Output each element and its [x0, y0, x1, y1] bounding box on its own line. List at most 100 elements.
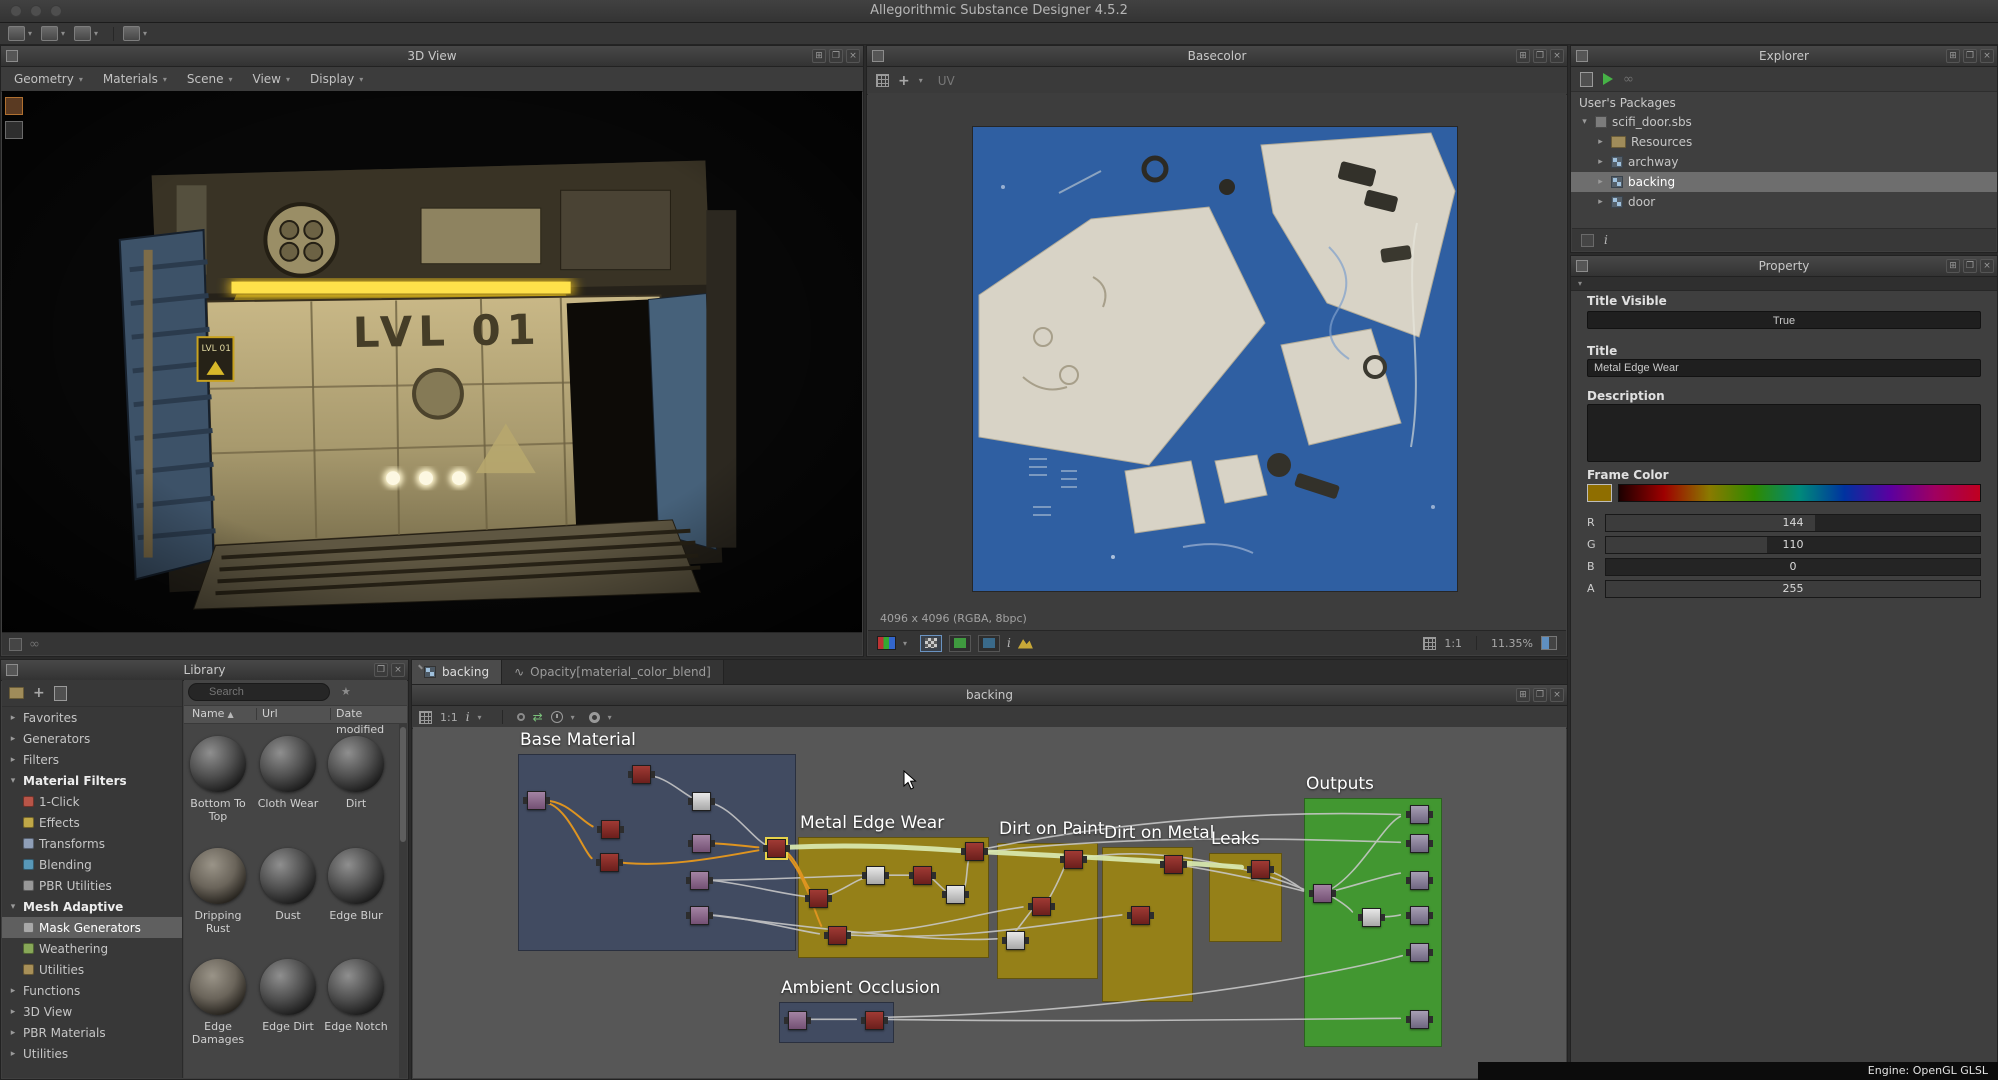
- graph-node[interactable]: [946, 885, 965, 904]
- dock-small-icon[interactable]: [9, 638, 22, 651]
- sidebar-item-favorites[interactable]: ▸Favorites: [2, 707, 182, 728]
- graph-node[interactable]: [690, 871, 709, 890]
- section-collapse-bar[interactable]: ▾: [1571, 277, 1997, 291]
- column-date-modified[interactable]: Date modified: [336, 706, 407, 738]
- close-window-button[interactable]: [10, 5, 22, 17]
- edit-document-icon[interactable]: [54, 686, 67, 701]
- expand-arrow-icon[interactable]: ▸: [8, 734, 18, 744]
- minimize-window-button[interactable]: [30, 5, 42, 17]
- chevron-down-icon[interactable]: ▾: [571, 713, 575, 722]
- graph-node[interactable]: [601, 820, 620, 839]
- tree-item-archway[interactable]: ▸ archway: [1571, 152, 1997, 172]
- chevron-down-icon[interactable]: ▾: [478, 713, 482, 722]
- basecolor-canvas[interactable]: 4096 x 4096 (RGBA, 8bpc): [868, 93, 1566, 631]
- panel-explorer-header[interactable]: Explorer ⊞ ❐ ×: [1571, 46, 1997, 67]
- graph-header[interactable]: backing ⊞ ❐ ×: [412, 685, 1567, 706]
- graph-node[interactable]: [690, 906, 709, 925]
- graph-node[interactable]: [1313, 884, 1332, 903]
- sidebar-item-mask-generators[interactable]: Mask Generators: [2, 917, 182, 938]
- close-icon[interactable]: ×: [846, 49, 860, 63]
- sidebar-item-pbr-materials[interactable]: ▸PBR Materials: [2, 1022, 182, 1043]
- dock-icon[interactable]: ⊞: [1946, 49, 1960, 63]
- description-textarea[interactable]: [1587, 404, 1981, 462]
- new-document-icon[interactable]: [1580, 72, 1593, 87]
- chevron-down-icon[interactable]: ▾: [608, 713, 612, 722]
- menu-scene[interactable]: Scene▾: [180, 72, 246, 86]
- library-item[interactable]: Edge Damages: [185, 959, 251, 1046]
- collapse-arrow-icon[interactable]: ▾: [8, 776, 18, 786]
- graph-node-selected[interactable]: [767, 839, 786, 858]
- tiling-icon[interactable]: [876, 74, 889, 87]
- title-visible-toggle-button[interactable]: True: [1587, 311, 1981, 329]
- expand-arrow-icon[interactable]: ▸: [1595, 197, 1606, 207]
- float-icon[interactable]: ❐: [829, 49, 843, 63]
- graph-output-node[interactable]: [1410, 805, 1429, 824]
- sidebar-item-1-click[interactable]: 1-Click: [2, 791, 182, 812]
- menu-geometry[interactable]: Geometry▾: [7, 72, 96, 86]
- column-separator[interactable]: [330, 708, 331, 720]
- layout-icon[interactable]: [1541, 636, 1557, 650]
- sidebar-item-utilities-2[interactable]: ▸Utilities: [2, 1043, 182, 1064]
- graph-canvas[interactable]: Base Material Metal Edge Wear Dirt on Pa…: [413, 727, 1566, 1078]
- expand-arrow-icon[interactable]: ▸: [8, 1049, 18, 1059]
- chevron-down-icon[interactable]: ▾: [903, 639, 907, 648]
- histogram-icon[interactable]: [1018, 638, 1033, 649]
- channel-slider-g[interactable]: G 110: [1587, 536, 1981, 554]
- graph-output-node[interactable]: [1410, 943, 1429, 962]
- title-input[interactable]: [1587, 359, 1981, 377]
- tree-item-resources[interactable]: ▸ Resources: [1571, 132, 1997, 152]
- uv-toggle[interactable]: UV: [938, 74, 955, 88]
- zoom-window-button[interactable]: [50, 5, 62, 17]
- chevron-down-icon[interactable]: ▾: [28, 29, 32, 38]
- expand-arrow-icon[interactable]: ▾: [1579, 117, 1590, 127]
- close-icon[interactable]: ×: [1550, 688, 1564, 702]
- chevron-down-icon[interactable]: ▾: [94, 29, 98, 38]
- channel-slider-r[interactable]: R 144: [1587, 514, 1981, 532]
- menu-materials[interactable]: Materials▾: [96, 72, 180, 86]
- float-icon[interactable]: ❐: [1963, 259, 1977, 273]
- graph-node[interactable]: [866, 866, 885, 885]
- new-package-icon[interactable]: [8, 26, 25, 41]
- sidebar-item-mesh-adaptive[interactable]: ▾Mesh Adaptive: [2, 896, 182, 917]
- viewport-tool-icon[interactable]: [5, 97, 23, 115]
- graph-node[interactable]: [828, 926, 847, 945]
- graph-node[interactable]: [1164, 855, 1183, 874]
- link-resource-icon[interactable]: [123, 26, 140, 41]
- chevron-down-icon[interactable]: ▾: [919, 76, 923, 85]
- favorite-filter-icon[interactable]: ★: [341, 685, 351, 698]
- expand-arrow-icon[interactable]: ▸: [1595, 137, 1606, 147]
- menu-view[interactable]: View▾: [246, 72, 304, 86]
- viewport-pointer-icon[interactable]: [5, 121, 23, 139]
- tree-item-door[interactable]: ▸ door: [1571, 192, 1997, 212]
- expand-arrow-icon[interactable]: ▸: [8, 713, 18, 723]
- close-icon[interactable]: ×: [1980, 49, 1994, 63]
- library-item[interactable]: Edge Blur: [323, 848, 389, 922]
- sidebar-item-functions[interactable]: ▸Functions: [2, 980, 182, 1001]
- column-separator[interactable]: [256, 708, 257, 720]
- sidebar-item-generators[interactable]: ▸Generators: [2, 728, 182, 749]
- graph-node[interactable]: [809, 889, 828, 908]
- graph-output-node[interactable]: [1410, 1010, 1429, 1029]
- close-icon[interactable]: ×: [391, 663, 405, 677]
- timing-icon[interactable]: [551, 711, 563, 723]
- library-item[interactable]: Edge Dirt: [255, 959, 321, 1033]
- info-icon[interactable]: i: [466, 710, 470, 724]
- open-package-icon[interactable]: [41, 26, 58, 41]
- snap-grid-icon[interactable]: [419, 711, 432, 724]
- library-item[interactable]: Edge Notch: [323, 959, 389, 1033]
- tree-item-scifi-door[interactable]: ▾ scifi_door.sbs: [1571, 112, 1997, 132]
- chevron-down-icon[interactable]: ▾: [61, 29, 65, 38]
- dock-icon[interactable]: ⊞: [1946, 259, 1960, 273]
- link-icon[interactable]: ∞: [1623, 73, 1634, 86]
- dock-icon[interactable]: ⊞: [1516, 49, 1530, 63]
- sidebar-item-pbr-utilities[interactable]: PBR Utilities: [2, 875, 182, 896]
- sidebar-item-transforms[interactable]: Transforms: [2, 833, 182, 854]
- sidebar-item-utilities[interactable]: Utilities: [2, 959, 182, 980]
- dock-icon[interactable]: ⊞: [1516, 688, 1530, 702]
- graph-output-node[interactable]: [1410, 834, 1429, 853]
- graph-output-node[interactable]: [1410, 871, 1429, 890]
- expand-arrow-icon[interactable]: ▸: [8, 986, 18, 996]
- graph-output-node[interactable]: [1410, 906, 1429, 925]
- graph-node[interactable]: [913, 866, 932, 885]
- graph-node[interactable]: [865, 1011, 884, 1030]
